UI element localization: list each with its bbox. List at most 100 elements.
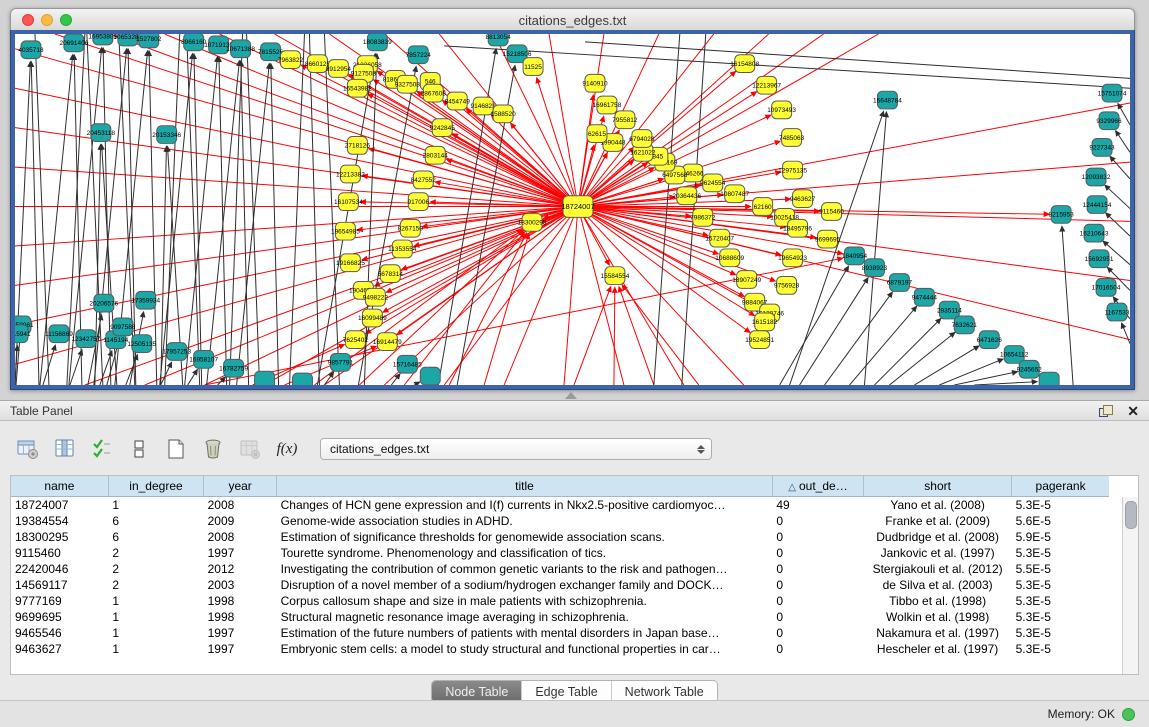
network-node[interactable]: 12444154 [1083, 196, 1112, 214]
show-columns-icon[interactable] [53, 437, 77, 461]
network-node[interactable]: 6794028 [629, 130, 655, 148]
table-cell[interactable]: 1 [108, 593, 203, 609]
table-cell[interactable]: 5.3E-5 [1012, 577, 1109, 593]
table-cell[interactable]: Changes of HCN gene expression and I(f) … [277, 497, 773, 514]
table-cell[interactable]: 2012 [204, 561, 277, 577]
table-row[interactable]: 969969511998Structural magnetic resonanc… [11, 609, 1109, 625]
network-node[interactable]: 6879197 [887, 274, 913, 292]
table-cell[interactable]: 5.3E-5 [1012, 593, 1109, 609]
network-node[interactable]: 1588520 [491, 105, 517, 123]
table-scrollbar-thumb[interactable] [1125, 501, 1137, 529]
black-edge[interactable] [585, 42, 1130, 78]
network-node[interactable]: 16154808 [730, 55, 759, 73]
window-titlebar[interactable]: citations_edges.txt [10, 8, 1135, 32]
network-node[interactable]: 9245652 [1017, 360, 1043, 378]
minimize-window-icon[interactable] [41, 14, 53, 26]
table-row[interactable]: 2242004622012Investigating the contribut… [11, 561, 1109, 577]
table-row[interactable]: 946554611997Estimation of the future num… [11, 625, 1109, 641]
network-node[interactable]: 17359934 [131, 291, 160, 309]
network-view[interactable]: 4035718206914061695380910653287152780289… [15, 34, 1130, 385]
network-node[interactable]: 9242845 [430, 119, 456, 137]
table-cell[interactable]: 9115460 [11, 545, 108, 561]
table-cell[interactable]: Disruption of a novel member of a sodium… [277, 577, 773, 593]
red-edge[interactable] [578, 207, 624, 385]
table-cell[interactable]: 22420046 [11, 561, 108, 577]
network-node[interactable]: 9624554 [700, 174, 726, 192]
black-edge[interactable] [237, 64, 270, 385]
table-cell[interactable]: 2009 [204, 513, 277, 529]
table-cell[interactable]: Investigating the contribution of common… [277, 561, 773, 577]
black-edge[interactable] [444, 46, 1130, 88]
table-cell[interactable]: 18724007 [11, 497, 108, 514]
network-node[interactable] [293, 373, 313, 385]
table-cell[interactable]: Corpus callosum shape and size in male p… [277, 593, 773, 609]
table-cell[interactable]: 5.3E-5 [1012, 609, 1109, 625]
table-cell[interactable]: Jankovic et al. (1997) [864, 545, 1012, 561]
black-edge[interactable] [230, 34, 243, 385]
column-header-title[interactable]: title [277, 476, 773, 497]
network-node[interactable]: 10973493 [767, 101, 796, 119]
black-edge[interactable] [207, 61, 240, 385]
network-node[interactable]: 9699695 [815, 230, 841, 248]
black-edge[interactable] [850, 306, 917, 385]
table-cell[interactable]: Structural magnetic resonance image aver… [277, 609, 773, 625]
network-node[interactable]: 15716485 [393, 355, 422, 373]
network-node[interactable]: 12213383 [336, 165, 365, 183]
memory-ok-indicator[interactable] [1122, 708, 1135, 721]
table-cell[interactable]: Tibbo et al. (1998) [864, 593, 1012, 609]
network-node[interactable]: 4035718 [18, 41, 44, 59]
table-cell[interactable]: Estimation of the future numbers of pati… [277, 625, 773, 641]
table-row[interactable]: 1830029562008Estimation of significance … [11, 529, 1109, 545]
red-edge[interactable] [564, 207, 578, 385]
table-cell[interactable]: 5.9E-5 [1012, 529, 1109, 545]
table-cell[interactable]: 0 [772, 625, 863, 641]
network-node[interactable]: 7485063 [779, 129, 805, 147]
network-window[interactable]: citations_edges.txt 40357182069140616953… [10, 8, 1135, 390]
table-row[interactable]: 1938455462009Genome-wide association stu… [11, 513, 1109, 529]
table-cell[interactable]: Embryonic stem cells: a model to study s… [277, 641, 773, 657]
network-node[interactable]: 1615182 [752, 313, 778, 331]
network-node[interactable] [1039, 372, 1059, 385]
black-edge[interactable] [1106, 213, 1130, 236]
row-height-icon[interactable] [127, 437, 151, 461]
table-cell[interactable]: 2008 [204, 497, 277, 514]
black-edge[interactable] [391, 374, 400, 385]
table-cell[interactable]: 0 [772, 577, 863, 593]
network-node[interactable]: 11353554 [388, 240, 417, 258]
network-node[interactable]: 8813054 [486, 34, 512, 46]
black-edge[interactable] [914, 346, 979, 385]
table-cell[interactable]: 0 [772, 545, 863, 561]
network-node[interactable]: 12505135 [127, 335, 156, 353]
network-canvas[interactable]: 4035718206914061695380910653287152780289… [15, 34, 1130, 385]
table-cell[interactable]: 5.3E-5 [1012, 545, 1109, 561]
black-edge[interactable] [864, 112, 886, 385]
network-node[interactable]: 15584554 [601, 267, 630, 285]
zoom-window-icon[interactable] [60, 14, 72, 26]
network-node[interactable]: 1167533 [1105, 303, 1130, 321]
table-cell[interactable]: 49 [772, 497, 863, 514]
column-header-out-degree[interactable]: △out_de… [772, 476, 863, 497]
table-cell[interactable]: 1 [108, 625, 203, 641]
network-node[interactable]: 2718126 [345, 137, 371, 155]
network-node[interactable]: 20153346 [152, 126, 181, 144]
table-cell[interactable]: 1997 [204, 545, 277, 561]
table-cell[interactable]: 5.5E-5 [1012, 561, 1109, 577]
network-node[interactable]: 8267150 [398, 219, 424, 237]
table-cell[interactable]: 9465546 [11, 625, 108, 641]
black-edge[interactable] [414, 382, 420, 385]
network-node[interactable]: 7955812 [612, 111, 638, 129]
network-node[interactable]: 12213967 [752, 76, 781, 94]
network-node[interactable]: 9463627 [790, 190, 816, 208]
network-node[interactable]: 917006 [407, 193, 429, 211]
network-node[interactable]: 7625402 [343, 331, 369, 349]
red-edge[interactable] [265, 207, 578, 385]
network-node[interactable]: 5678314 [378, 265, 404, 283]
network-node[interactable]: 8938923 [862, 259, 888, 277]
table-cell[interactable]: Yano et al. (2008) [864, 497, 1012, 514]
table-cell[interactable]: 2 [108, 545, 203, 561]
black-edge[interactable] [800, 278, 868, 385]
black-edge[interactable] [149, 51, 157, 385]
table-cell[interactable]: 5.3E-5 [1012, 625, 1109, 641]
network-node[interactable]: 8966160 [181, 34, 207, 51]
table-cell[interactable]: 9699695 [11, 609, 108, 625]
